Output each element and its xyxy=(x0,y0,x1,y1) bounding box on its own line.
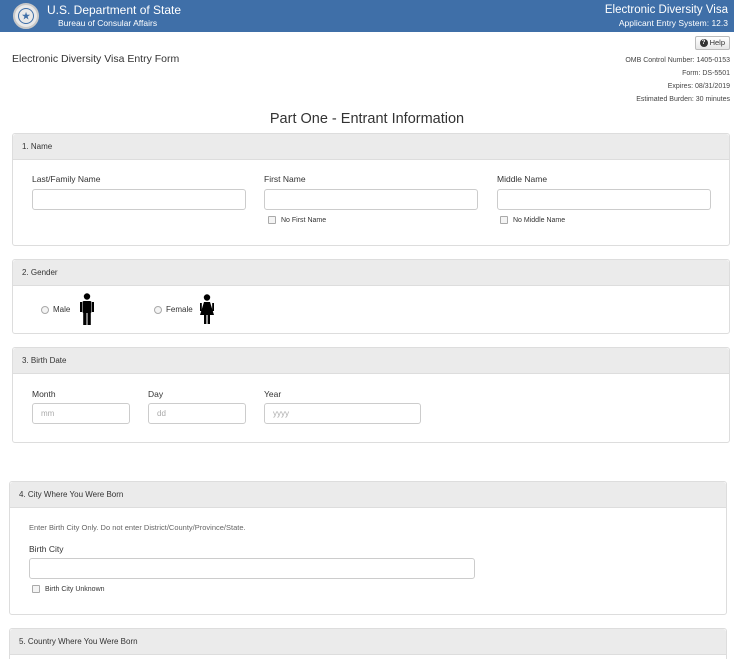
omb-expiration: Expires: 08/31/2019 xyxy=(667,83,730,90)
radio-circle[interactable] xyxy=(41,305,49,314)
state-department-seal-icon: ★ xyxy=(13,3,39,29)
female-label: Female xyxy=(166,305,193,314)
birth-city-input[interactable] xyxy=(29,558,475,579)
department-title: U.S. Department of State xyxy=(47,3,182,17)
month-label: Month xyxy=(32,389,56,399)
no-middle-name-checkbox[interactable]: No Middle Name xyxy=(500,216,565,224)
no-first-name-label: No First Name xyxy=(281,216,327,224)
first-name-input[interactable] xyxy=(264,189,478,210)
site-header: ★ U.S. Department of State Bureau of Con… xyxy=(0,0,734,32)
male-radio[interactable]: Male xyxy=(41,305,70,314)
female-figure-icon xyxy=(200,294,214,324)
first-name-label: First Name xyxy=(264,174,306,184)
omb-burden: Estimated Burden: 30 minutes xyxy=(636,96,730,103)
part-title: Part One - Entrant Information xyxy=(269,111,465,127)
form-title: Electronic Diversity Visa Entry Form xyxy=(12,53,180,65)
gender-panel: 2. Gender Male Female xyxy=(12,259,730,334)
birth-date-heading: 3. Birth Date xyxy=(13,348,729,374)
birth-country-heading: 5. Country Where You Were Born xyxy=(10,629,726,655)
last-name-input[interactable] xyxy=(32,189,246,210)
female-radio[interactable]: Female xyxy=(154,305,193,314)
birth-country-panel: 5. Country Where You Were Born xyxy=(9,628,727,659)
name-panel: 1. Name Last/Family Name First Name Midd… xyxy=(12,133,730,246)
radio-circle[interactable] xyxy=(154,305,162,314)
omb-form-number: Form: DS-5501 xyxy=(682,70,730,77)
middle-name-label: Middle Name xyxy=(497,174,548,184)
omb-control-number: OMB Control Number: 1405-0153 xyxy=(625,57,730,64)
name-heading: 1. Name xyxy=(13,134,729,160)
checkbox-box[interactable] xyxy=(500,216,508,224)
male-label: Male xyxy=(53,305,71,314)
year-label: Year xyxy=(264,389,282,399)
birth-city-heading: 4. City Where You Were Born xyxy=(10,482,726,508)
month-input[interactable]: mm xyxy=(32,403,130,424)
system-version: Applicant Entry System: 12.3 xyxy=(618,18,728,28)
gender-heading: 2. Gender xyxy=(13,260,729,286)
question-icon: ? xyxy=(699,39,708,47)
no-first-name-checkbox[interactable]: No First Name xyxy=(268,216,326,224)
no-middle-name-label: No Middle Name xyxy=(513,216,566,224)
year-input[interactable]: yyyy xyxy=(264,403,421,424)
birth-city-unknown-checkbox[interactable]: Birth City Unknown xyxy=(32,585,105,593)
birth-city-label: Birth City xyxy=(29,544,64,554)
day-input[interactable]: dd xyxy=(148,403,246,424)
omb-info: OMB Control Number: 1405-0153 Form: DS-5… xyxy=(625,54,730,106)
program-title: Electronic Diversity Visa xyxy=(604,4,728,16)
help-label: Help xyxy=(709,38,725,47)
checkbox-box[interactable] xyxy=(32,585,40,593)
middle-name-input[interactable] xyxy=(497,189,711,210)
male-figure-icon xyxy=(80,293,94,325)
checkbox-box[interactable] xyxy=(268,216,276,224)
birth-city-hint: Enter Birth City Only. Do not enter Dist… xyxy=(29,523,246,532)
last-name-label: Last/Family Name xyxy=(32,174,101,184)
birth-city-unknown-label: Birth City Unknown xyxy=(45,585,105,593)
birth-date-panel: 3. Birth Date Month Day Year mm dd yyyy xyxy=(12,347,730,443)
bureau-subtitle: Bureau of Consular Affairs xyxy=(58,18,158,28)
birth-city-panel: 4. City Where You Were Born Enter Birth … xyxy=(9,481,727,615)
help-button[interactable]: ? Help xyxy=(694,36,730,50)
day-label: Day xyxy=(148,389,164,399)
